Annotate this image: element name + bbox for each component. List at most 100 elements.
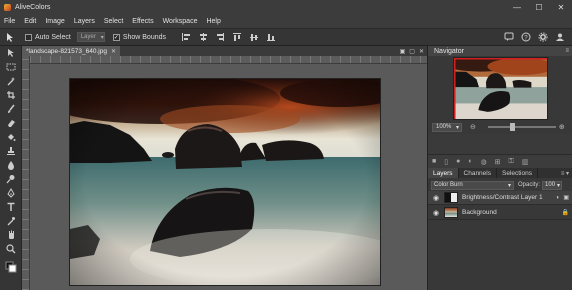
layer-name: Background	[462, 209, 497, 216]
show-bounds-option[interactable]: ✓ Show Bounds	[112, 33, 167, 41]
account-icon[interactable]	[554, 31, 566, 43]
layers-tab-bar: Layers Channels Selections ≡ ▾	[428, 168, 572, 178]
menu-edit[interactable]: Edit	[24, 18, 36, 25]
zoom-in-icon[interactable]: ⊕	[559, 123, 565, 131]
toolbox	[0, 46, 22, 290]
right-panel: Navigator ≡ 100% ▾ ⊖ ⊕ ■ ▯ ● ◐ ◍ ⊞ ⚿ ▥ L…	[427, 46, 572, 290]
marquee-icon[interactable]	[0, 60, 22, 74]
layer-row[interactable]: ◉ Background 🔒	[428, 206, 572, 220]
navigator-zoom-bar: 100% ▾ ⊖ ⊕	[428, 121, 572, 133]
layer-thumbnail	[444, 207, 458, 218]
delete-layer-icon[interactable]: ▥	[522, 158, 529, 166]
zoom-slider-handle[interactable]	[509, 123, 515, 131]
close-button[interactable]: ✕	[550, 0, 572, 14]
menu-bar: File Edit Image Layers Select Effects Wo…	[0, 14, 572, 28]
menu-image[interactable]: Image	[45, 18, 64, 25]
opacity-field[interactable]: 100 ▾	[542, 180, 563, 190]
chat-icon[interactable]	[503, 31, 515, 43]
align-middle-icon[interactable]	[248, 31, 260, 43]
menu-layers[interactable]: Layers	[74, 18, 95, 25]
close-document-icon[interactable]: ✕	[419, 48, 424, 55]
dodge-icon[interactable]	[0, 172, 22, 186]
align-left-icon[interactable]	[180, 31, 192, 43]
maximize-button[interactable]: ☐	[528, 0, 550, 14]
eraser-icon[interactable]	[0, 116, 22, 130]
show-bounds-label: Show Bounds	[122, 33, 167, 41]
zoom-level-field[interactable]: 100% ▾	[432, 122, 462, 132]
stamp-icon[interactable]	[0, 144, 22, 158]
settings-gear-icon[interactable]	[537, 31, 549, 43]
fx-icon[interactable]: ◍	[481, 158, 487, 166]
blend-mode-select[interactable]: Color Burn ▾	[431, 180, 514, 190]
document-window-controls: ▣ ▢ ✕	[396, 46, 424, 56]
menu-workspace[interactable]: Workspace	[163, 18, 198, 25]
auto-select-checkbox[interactable]	[25, 33, 32, 41]
navigator-thumbnail[interactable]	[453, 57, 548, 120]
app-title: AliveColors	[15, 3, 51, 11]
lock-icon[interactable]: 🔒	[562, 209, 569, 216]
layers-panel-menu-icon[interactable]: ≡ ▾	[561, 168, 569, 178]
eye-icon[interactable]: ◉	[431, 209, 441, 217]
hand-icon[interactable]	[0, 228, 22, 242]
tab-selections[interactable]: Selections	[497, 168, 538, 178]
lock-icon[interactable]: ⚿	[509, 158, 514, 166]
adjustment-thumbnail	[444, 192, 458, 203]
zoom-slider[interactable]	[487, 123, 556, 131]
zoom-icon[interactable]	[0, 242, 22, 256]
canvas-image[interactable]	[69, 78, 381, 286]
navigator-header: Navigator ≡	[428, 46, 572, 56]
document-tab[interactable]: *landscape-821573_640.jpg ✕	[22, 46, 120, 56]
brush-icon[interactable]	[0, 102, 22, 116]
target-select[interactable]: Layer ▾	[76, 32, 105, 42]
vertical-ruler	[22, 56, 30, 290]
tab-layers[interactable]: Layers	[428, 168, 459, 178]
pen-icon[interactable]	[0, 186, 22, 200]
show-bounds-checkbox[interactable]: ✓	[112, 33, 120, 41]
document-tab-bar: *landscape-821573_640.jpg ✕ ▣ ▢ ✕	[22, 46, 427, 56]
crop-icon[interactable]	[0, 88, 22, 102]
navigator-title: Navigator	[434, 47, 464, 55]
fill-icon[interactable]	[0, 130, 22, 144]
color-swatches-icon[interactable]	[0, 260, 22, 274]
merge-icon[interactable]: ⊞	[495, 158, 501, 166]
layer-options-icon[interactable]: ▣	[563, 194, 569, 201]
options-bar: Auto Select Layer ▾ ✓ Show Bounds ?	[0, 28, 572, 46]
help-icon[interactable]: ?	[520, 31, 532, 43]
panel-menu-icon[interactable]: ≡	[565, 48, 569, 54]
mask-link-icon[interactable]: ◑	[555, 195, 559, 201]
align-right-icon[interactable]	[214, 31, 226, 43]
close-tab-icon[interactable]: ✕	[111, 48, 116, 55]
menu-help[interactable]: Help	[206, 18, 220, 25]
layer-row[interactable]: ◉ Brightness/Contrast Layer 1 ◑ ▣	[428, 191, 572, 205]
zoom-out-icon[interactable]: ⊖	[470, 123, 476, 131]
move-tool-indicator-icon	[3, 31, 17, 43]
mask-icon[interactable]: ◐	[468, 158, 472, 165]
eye-icon[interactable]: ◉	[431, 194, 441, 202]
tile-icon[interactable]: ▣	[400, 48, 406, 55]
menu-effects[interactable]: Effects	[132, 18, 153, 25]
new-folder-icon[interactable]: ■	[432, 158, 436, 165]
align-center-icon[interactable]	[197, 31, 209, 43]
restore-icon[interactable]: ▢	[409, 48, 415, 55]
target-select-value: Layer	[80, 34, 96, 40]
tab-channels[interactable]: Channels	[459, 168, 497, 178]
align-bottom-icon[interactable]	[265, 31, 277, 43]
canvas-viewport[interactable]	[30, 64, 427, 290]
magic-wand-icon[interactable]	[0, 74, 22, 88]
minimize-button[interactable]: —	[506, 0, 528, 14]
blend-mode-value: Color Burn	[434, 182, 463, 188]
layers-toolbar: ■ ▯ ● ◐ ◍ ⊞ ⚿ ▥	[428, 154, 572, 168]
menu-select[interactable]: Select	[104, 18, 123, 25]
blend-row: Color Burn ▾ Opacity: 100 ▾	[428, 179, 572, 191]
new-layer-icon[interactable]: ▯	[444, 158, 448, 166]
auto-select-option[interactable]: Auto Select	[25, 33, 71, 41]
align-top-icon[interactable]	[231, 31, 243, 43]
move-icon[interactable]	[0, 46, 22, 60]
title-bar: AliveColors — ☐ ✕	[0, 0, 572, 14]
app-logo-icon	[4, 3, 11, 11]
smudge-icon[interactable]	[0, 158, 22, 172]
menu-file[interactable]: File	[4, 18, 15, 25]
eyedropper-icon[interactable]	[0, 214, 22, 228]
text-icon[interactable]	[0, 200, 22, 214]
adjustment-icon[interactable]: ●	[456, 158, 460, 165]
